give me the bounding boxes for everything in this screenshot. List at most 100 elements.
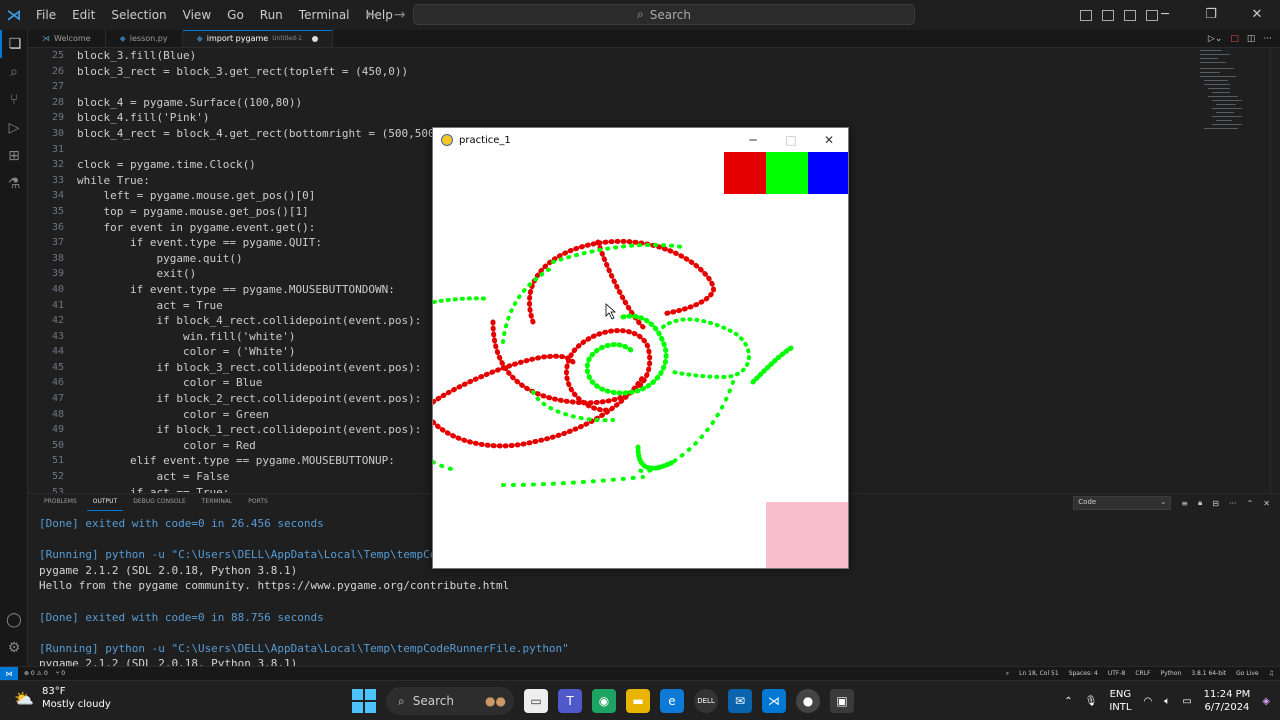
pygame-title-bar: practice_1 ─ □ ✕ <box>433 128 848 152</box>
toggle-secondary-sidebar-icon[interactable] <box>1124 9 1136 21</box>
filter-icon[interactable]: ≡ <box>1181 499 1188 508</box>
tab-untitled[interactable]: ◆ import pygame Untitled-1 <box>182 30 333 47</box>
tab-output[interactable]: OUTPUT <box>86 494 124 511</box>
unsaved-dot-icon[interactable] <box>311 36 318 42</box>
file-explorer-icon[interactable]: ▬ <box>626 689 650 713</box>
blue-color-block[interactable] <box>808 152 848 194</box>
toggle-panel-icon[interactable] <box>1102 9 1114 21</box>
minimize-icon[interactable]: ─ <box>734 128 772 152</box>
menu-view[interactable]: View <box>175 0 219 30</box>
tab-ports[interactable]: PORTS <box>242 494 274 510</box>
line-number: 45 <box>51 361 64 373</box>
account-icon[interactable]: ◯ <box>0 606 28 634</box>
cursor-position[interactable]: Ln 18, Col 51 <box>1019 670 1059 678</box>
tab-problems[interactable]: PROBLEMS <box>38 494 83 510</box>
close-icon[interactable]: ✕ <box>810 128 848 152</box>
menu-go[interactable]: Go <box>219 0 252 30</box>
stop-icon[interactable]: □ <box>1230 34 1239 44</box>
testing-icon[interactable]: ⚗ <box>0 170 28 198</box>
forward-arrow-icon[interactable]: → <box>394 7 406 23</box>
minimize-icon[interactable]: ─ <box>1142 0 1188 30</box>
green-color-block[interactable] <box>766 152 808 194</box>
command-search-label: Search <box>649 7 691 22</box>
zoom-icon[interactable]: ⌕ <box>1006 670 1009 678</box>
menu-terminal[interactable]: Terminal <box>291 0 358 30</box>
menu-file[interactable]: File <box>28 0 64 30</box>
command-search[interactable]: ⌕ Search <box>413 4 915 25</box>
lock-icon[interactable]: 🔒︎ <box>1198 498 1202 508</box>
menu-selection[interactable]: Selection <box>103 0 174 30</box>
close-icon[interactable]: ✕ <box>1234 0 1280 30</box>
restore-icon[interactable]: ❐ <box>1188 0 1234 30</box>
output-channel-select[interactable]: Code ⌄ <box>1073 496 1172 510</box>
pygame-taskbar-icon[interactable]: ▣ <box>830 689 854 713</box>
source-control-icon[interactable]: ⑂ <box>0 86 28 114</box>
taskbar-search[interactable]: ⌕ Search ●● <box>386 687 514 715</box>
menu-run[interactable]: Run <box>252 0 291 30</box>
line-number: 31 <box>51 143 64 155</box>
back-arrow-icon[interactable]: ← <box>366 7 378 23</box>
minimap[interactable] <box>1190 48 1270 148</box>
run-file-icon[interactable]: ▷⌄ <box>1208 34 1222 44</box>
remote-icon[interactable]: ⋈ <box>0 666 18 681</box>
search-view-icon[interactable]: ⌕ <box>0 58 28 86</box>
line-number: 51 <box>51 455 64 467</box>
weather-widget[interactable]: ⛅ 83°F Mostly cloudy <box>14 685 111 711</box>
chrome-icon[interactable]: ◉ <box>592 689 616 713</box>
volume-icon[interactable]: 🔈︎ <box>1164 696 1170 707</box>
split-editor-icon[interactable]: ◫ <box>1247 34 1256 44</box>
encoding[interactable]: UTF-8 <box>1108 670 1126 678</box>
pink-clear-block[interactable] <box>766 502 848 568</box>
tab-debug-console[interactable]: DEBUG CONSOLE <box>127 494 192 510</box>
problems-count[interactable]: ⊗ 0 ⚠ 0 <box>24 670 48 677</box>
microphone-icon[interactable]: 🎙︎ <box>1085 696 1098 707</box>
wifi-icon[interactable]: ◠ <box>1143 696 1152 707</box>
teams-icon[interactable]: T <box>558 689 582 713</box>
start-button[interactable] <box>352 689 376 713</box>
close-panel-icon[interactable]: ✕ <box>1263 499 1270 508</box>
line-number: 50 <box>51 439 64 451</box>
tab-terminal[interactable]: TERMINAL <box>196 494 239 510</box>
battery-icon[interactable]: ▭ <box>1182 696 1191 707</box>
red-color-block[interactable] <box>724 152 766 194</box>
code-line[interactable]: 26 block_3_rect = block_3.get_rect(toplef… <box>28 64 1190 80</box>
toggle-sidebar-icon[interactable] <box>1080 9 1092 21</box>
chevron-up-icon[interactable]: ⌃ <box>1064 696 1072 707</box>
pygame-canvas[interactable] <box>433 152 848 568</box>
manage-gear-icon[interactable]: ⚙ <box>0 634 28 662</box>
vscode-taskbar-icon[interactable]: ⋊ <box>762 689 786 713</box>
python-interpreter[interactable]: 3.8.1 64-bit <box>1191 670 1226 678</box>
language-indicator[interactable]: ENG INTL <box>1109 688 1131 714</box>
menu-edit[interactable]: Edit <box>64 0 103 30</box>
mail-icon[interactable]: ✉ <box>728 689 752 713</box>
tab-lesson[interactable]: ◆ lesson.py <box>105 30 183 47</box>
copilot-icon[interactable]: ◈ <box>1262 696 1270 707</box>
lang-secondary: INTL <box>1109 702 1132 713</box>
run-debug-icon[interactable]: ▷ <box>0 114 28 142</box>
ports-count[interactable]: ⑂ 0 <box>56 670 65 677</box>
editor-scrollbar[interactable] <box>1270 48 1280 493</box>
maximize-panel-icon[interactable]: ⌃ <box>1247 499 1254 508</box>
code-line[interactable]: 25 block_3.fill(Blue) <box>28 48 1190 64</box>
code-line[interactable]: 27 <box>28 79 1190 95</box>
indentation[interactable]: Spaces: 4 <box>1069 670 1098 678</box>
clear-output-icon[interactable]: ⊟ <box>1212 499 1219 508</box>
go-live[interactable]: Go Live <box>1236 670 1258 678</box>
extensions-icon[interactable]: ⊞ <box>0 142 28 170</box>
pygame-window-controls: ─ □ ✕ <box>734 128 848 152</box>
tab-welcome[interactable]: ⋊ Welcome <box>28 30 106 47</box>
notifications-icon[interactable]: ♫ <box>1269 670 1274 678</box>
more-actions-icon[interactable]: ··· <box>1263 34 1272 44</box>
code-line[interactable]: 29 block_4.fill('Pink') <box>28 110 1190 126</box>
task-view-icon[interactable]: ▭ <box>524 689 548 713</box>
end-of-line[interactable]: CRLF <box>1135 670 1150 678</box>
clock[interactable]: 11:24 PM 6/7/2024 <box>1204 688 1251 714</box>
line-number: 32 <box>51 159 64 171</box>
more-actions-icon[interactable]: ··· <box>1229 499 1237 508</box>
explorer-icon[interactable]: ❏ <box>0 30 28 58</box>
language-mode[interactable]: Python <box>1161 670 1182 678</box>
code-line[interactable]: 28 block_4 = pygame.Surface((100,80)) <box>28 95 1190 111</box>
python-taskbar-icon[interactable]: ● <box>796 689 820 713</box>
edge-icon[interactable]: e <box>660 689 684 713</box>
dell-icon[interactable]: DELL <box>694 689 718 713</box>
